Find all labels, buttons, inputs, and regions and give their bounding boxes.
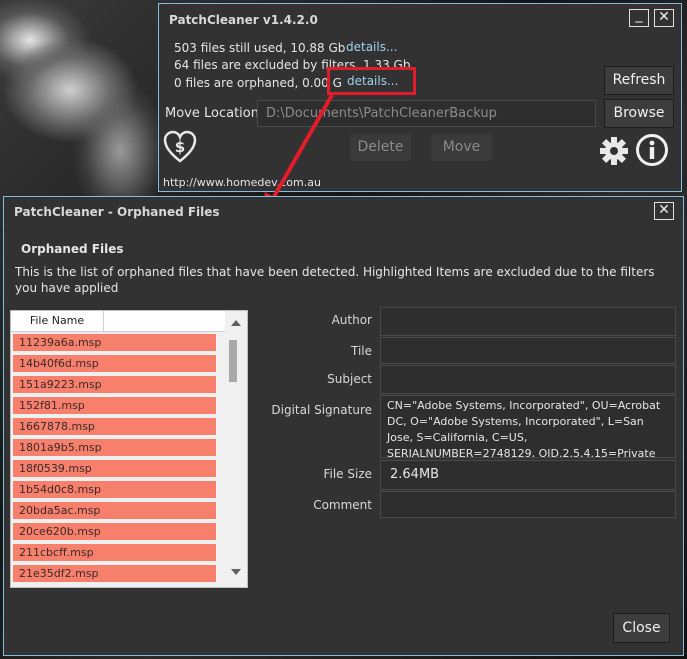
refresh-button[interactable]: Refresh [604,66,674,95]
author-field[interactable] [380,307,676,336]
minimize-button[interactable]: _ [629,8,649,27]
orphaned-description: This is the list of orphaned files that … [15,265,655,295]
filesize-field[interactable]: 2.64MB [380,460,676,490]
orphaned-file-list[interactable]: File Name 11239a6a.msp 14b40f6d.msp 151a92… [10,310,248,588]
orphaned-close-button[interactable]: ✕ [654,202,674,220]
file-list-item[interactable]: 21e35df2.msp [13,565,216,583]
orphaned-window-title: PatchCleaner - Orphaned Files [14,205,220,219]
signature-label: Digital Signature [271,403,372,417]
info-icon[interactable] [635,133,669,167]
comment-label: Comment [313,498,372,512]
used-files-text: 503 files still used, 10.88 Gb [174,41,346,55]
file-list-item[interactable]: 152f81.msp [13,397,216,415]
main-window-title: PatchCleaner v1.4.2.0 [169,13,318,27]
orphaned-heading: Orphaned Files [21,242,124,256]
delete-button[interactable]: Delete [350,134,411,161]
list-header: File Name [11,311,225,332]
browse-button[interactable]: Browse [604,99,674,128]
file-list-item[interactable]: 211cbcff.msp [13,544,216,562]
title-label: Tile [350,344,372,358]
subject-label: Subject [327,372,372,386]
scroll-thumb[interactable] [229,340,237,382]
file-list-item[interactable]: 11239a6a.msp [13,334,216,352]
gear-icon[interactable] [599,136,629,166]
file-list-item[interactable]: 151a9223.msp [13,376,216,394]
svg-text:$: $ [175,138,185,156]
scroll-up-icon[interactable] [231,320,241,326]
orphaned-files-text: 0 files are orphaned, 0.00 Gb [174,76,350,90]
close-dialog-button[interactable]: Close [613,613,670,643]
file-list-item[interactable]: 20ce620b.msp [13,523,216,541]
file-list-item[interactable]: 1801a9b5.msp [13,439,216,457]
comment-field[interactable] [380,491,676,518]
file-list-item[interactable]: 20bda5ac.msp [13,502,216,520]
move-location-label: Move Location [165,106,259,121]
file-list-item[interactable]: 1667878.msp [13,418,216,436]
file-list-item[interactable]: 18f0539.msp [13,460,216,478]
close-button[interactable]: ✕ [654,9,674,27]
signature-field[interactable]: CN="Adobe Systems, Incorporated", OU=Acr… [380,395,676,458]
file-list-item[interactable]: 1b54d0c8.msp [13,481,216,499]
title-field[interactable] [380,337,676,364]
file-name-column-header[interactable]: File Name [11,311,104,331]
filesize-label: File Size [323,467,372,481]
heart-dollar-icon[interactable]: $ [163,130,197,164]
move-button[interactable]: Move [431,134,492,161]
subject-field[interactable] [380,365,676,394]
file-list-item[interactable]: 14b40f6d.msp [13,355,216,373]
author-label: Author [331,313,372,327]
list-scrollbar[interactable] [226,311,247,587]
main-window: PatchCleaner v1.4.2.0 _ ✕ 503 files stil… [158,3,682,192]
scroll-down-icon[interactable] [231,569,241,575]
used-details-link[interactable]: details... [346,40,397,54]
